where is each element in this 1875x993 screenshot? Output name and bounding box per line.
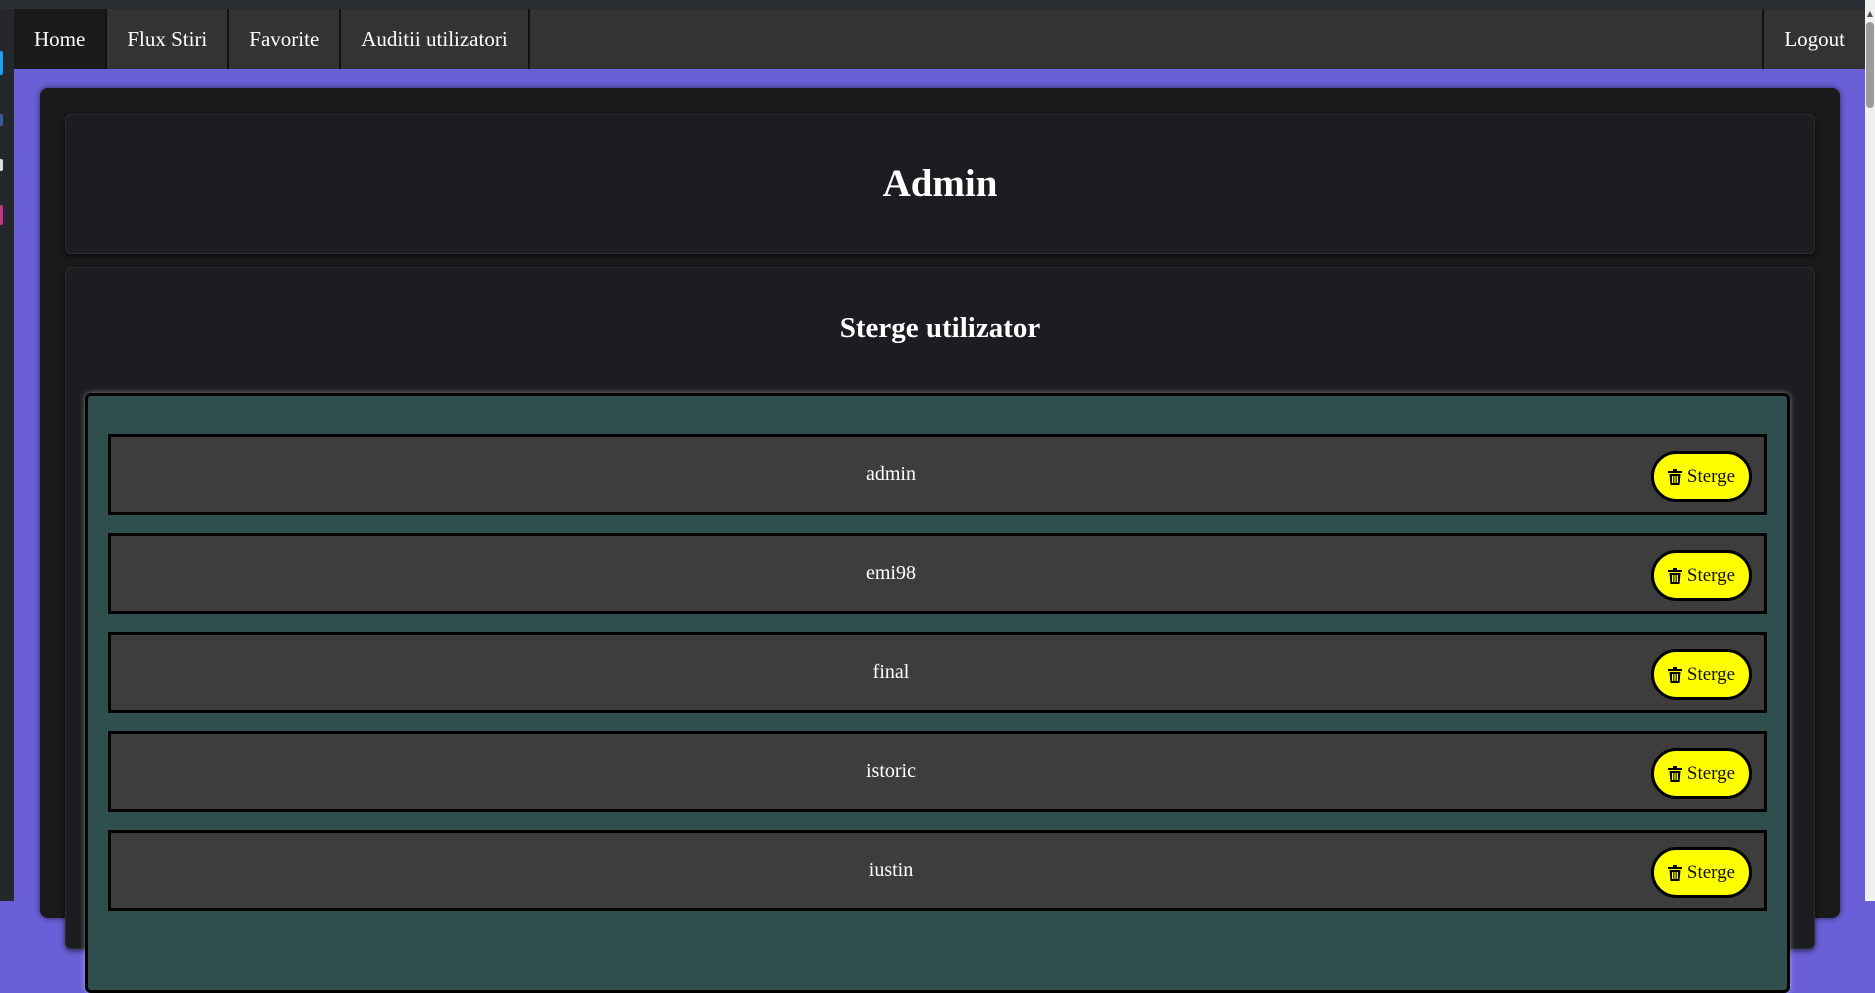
header-card: Admin	[65, 114, 1815, 254]
user-name: istoric	[866, 760, 916, 782]
delete-button-label: Sterge	[1686, 861, 1736, 883]
user-row: iustin Sterge	[108, 830, 1767, 911]
browser-top-strip	[0, 0, 1875, 9]
nav-home[interactable]: Home	[14, 9, 108, 69]
side-indicator	[0, 205, 3, 225]
trash-icon	[1667, 468, 1682, 485]
delete-button-label: Sterge	[1686, 564, 1736, 586]
logout-link[interactable]: Logout	[1762, 9, 1865, 69]
trash-icon	[1667, 765, 1682, 782]
user-name: iustin	[868, 859, 914, 881]
nav-favorite[interactable]: Favorite	[229, 9, 342, 69]
delete-button-label: Sterge	[1686, 663, 1736, 685]
user-row: final Sterge	[108, 632, 1767, 713]
user-name: emi98	[866, 562, 916, 584]
trash-icon	[1667, 567, 1682, 584]
side-indicator	[0, 114, 3, 126]
user-name: final	[872, 661, 910, 683]
user-row: emi98 Sterge	[108, 533, 1767, 614]
top-navbar: Home Flux Stiri Favorite Auditii utiliza…	[14, 9, 1865, 69]
delete-user-card: Sterge utilizator admin Sterge emi98 Ste…	[65, 267, 1815, 993]
left-side-strip	[0, 9, 14, 901]
scrollbar-thumb[interactable]	[1866, 22, 1874, 108]
side-indicator	[0, 51, 3, 75]
user-row: admin Sterge	[108, 434, 1767, 515]
trash-icon	[1667, 666, 1682, 683]
user-list: admin Sterge emi98 Sterge final Sterge i…	[85, 393, 1790, 993]
trash-icon	[1667, 864, 1682, 881]
nav-auditii-utilizatori[interactable]: Auditii utilizatori	[341, 9, 530, 69]
scrollbar[interactable]: ▲	[1865, 0, 1875, 901]
delete-user-button[interactable]: Sterge	[1651, 748, 1752, 799]
delete-user-button[interactable]: Sterge	[1651, 649, 1752, 700]
delete-button-label: Sterge	[1686, 465, 1736, 487]
main-container: Admin Sterge utilizator admin Sterge emi…	[40, 88, 1840, 993]
user-name: admin	[866, 463, 916, 485]
delete-user-button[interactable]: Sterge	[1651, 451, 1752, 502]
page-title: Admin	[882, 162, 998, 205]
section-title: Sterge utilizator	[839, 312, 1041, 344]
delete-button-label: Sterge	[1686, 762, 1736, 784]
side-indicator	[0, 159, 3, 171]
nav-flux-stiri[interactable]: Flux Stiri	[107, 9, 230, 69]
delete-user-button[interactable]: Sterge	[1651, 847, 1752, 898]
scroll-up-arrow-icon[interactable]: ▲	[1866, 9, 1874, 19]
user-row: istoric Sterge	[108, 731, 1767, 812]
delete-user-button[interactable]: Sterge	[1651, 550, 1752, 601]
